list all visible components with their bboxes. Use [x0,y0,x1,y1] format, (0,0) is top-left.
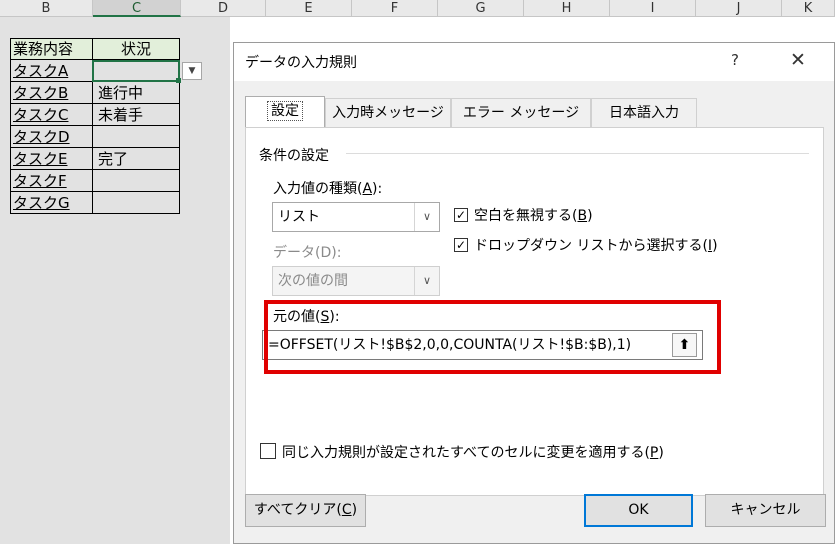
task-cell[interactable]: タスクD [10,126,93,148]
tab-settings[interactable]: 設定 [245,96,325,128]
clear-all-button[interactable]: すべてクリア(C) [245,494,366,527]
task-cell[interactable]: タスクE [10,148,93,170]
task-cell[interactable]: タスクB [10,82,93,104]
data-select: 次の値の間 ∨ [272,266,440,296]
chevron-down-icon: ▼ [188,66,196,76]
validation-criteria-label: 条件の設定 [259,148,329,164]
fill-handle[interactable] [176,78,181,83]
status-cell[interactable]: 完了 [92,148,180,170]
ignore-blank-checkbox[interactable]: ✓ [454,208,468,222]
apply-all-label: 同じ入力規則が設定されたすべてのセルに変更を適用する(P) [282,445,664,461]
highlight-box [264,300,721,374]
status-cell[interactable]: 未着手 [92,104,180,126]
group-divider [346,153,809,154]
tab-error-alert[interactable]: エラー メッセージ [451,98,591,127]
header-cell-task[interactable]: 業務内容 [10,38,93,60]
dialog-titlebar: データの入力規則 ? ✕ [234,43,834,81]
status-cell[interactable] [92,192,180,214]
column-header-g[interactable]: G [438,0,524,17]
status-cell[interactable] [92,170,180,192]
column-header-h[interactable]: H [524,0,610,17]
data-label: データ(D): [273,245,342,261]
apply-all-checkbox[interactable] [260,443,276,459]
ok-button[interactable]: OK [584,494,693,527]
allow-select[interactable]: リスト ∨ [272,202,440,232]
in-cell-dropdown-checkbox[interactable]: ✓ [454,238,468,252]
column-header-d[interactable]: D [181,0,266,17]
chevron-down-icon: ∨ [414,267,439,295]
tab-ime-mode[interactable]: 日本語入力 [591,98,697,127]
cancel-button[interactable]: キャンセル [705,494,826,527]
column-header-f[interactable]: F [352,0,438,17]
close-icon[interactable]: ✕ [790,49,806,71]
task-cell[interactable]: タスクG [10,192,93,214]
column-header-e[interactable]: E [266,0,352,17]
data-validation-dialog: データの入力規則 ? ✕ 設定 入力時メッセージ エラー メッセージ 日本語入力… [233,42,835,544]
allow-label: 入力値の種類(A): [273,181,383,197]
column-header-i[interactable]: I [610,0,696,17]
dialog-title: データの入力規則 [245,55,357,71]
tab-input-message[interactable]: 入力時メッセージ [325,98,451,127]
help-button[interactable]: ? [731,51,739,69]
task-cell[interactable]: タスクC [10,104,93,126]
task-cell[interactable]: タスクA [10,60,93,82]
cell-dropdown-button[interactable]: ▼ [182,62,202,80]
chevron-down-icon: ∨ [414,203,439,231]
column-header-b[interactable]: B [0,0,93,17]
column-header-j[interactable]: J [696,0,782,17]
status-cell[interactable]: 進行中 [92,82,180,104]
column-header-c[interactable]: C [93,0,181,17]
task-cell[interactable]: タスクF [10,170,93,192]
header-cell-status[interactable]: 状況 [92,38,180,60]
status-cell[interactable] [92,126,180,148]
active-cell-outline [92,60,180,82]
ignore-blank-label: 空白を無視する(B) [474,208,593,224]
column-header-k[interactable]: K [782,0,835,17]
in-cell-dropdown-label: ドロップダウン リストから選択する(I) [474,238,718,254]
